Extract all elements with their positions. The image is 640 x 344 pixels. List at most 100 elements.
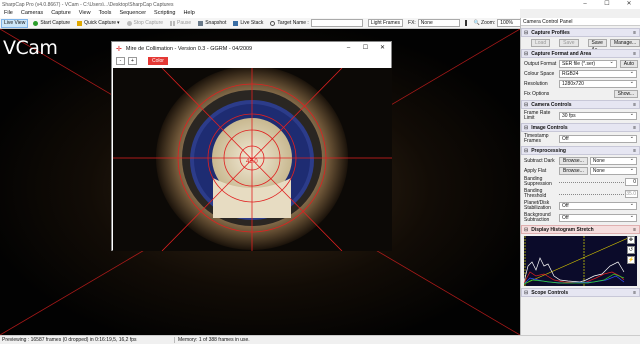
banding-threshold-value[interactable]: 35.0 bbox=[625, 190, 638, 198]
background-subtraction-select[interactable]: Off bbox=[559, 213, 637, 222]
move-icon[interactable]: ✥ bbox=[627, 236, 635, 244]
section-capture-format[interactable]: ⊟ Capture Format and Area ≡ bbox=[521, 49, 640, 58]
browse-flat-button[interactable]: Browse... bbox=[559, 167, 588, 175]
dialog-title-bar: ✛ Mire de Collimation - Version 0.3 - GG… bbox=[112, 42, 391, 55]
pause-button[interactable]: Pause bbox=[168, 19, 193, 28]
menu-bar: File Cameras Capture View Tools Sequence… bbox=[0, 9, 520, 18]
section-preprocessing[interactable]: ⊟ Preprocessing ≡ bbox=[521, 146, 640, 155]
frame-rate-value: 30 fps bbox=[562, 113, 576, 119]
show-fix-options-button[interactable]: Show... bbox=[613, 90, 638, 98]
collapse-icon: ⊟ bbox=[524, 289, 529, 296]
magnifier-icon: 🔍 bbox=[473, 20, 481, 26]
banding-threshold-slider[interactable]: 35.0 bbox=[559, 190, 638, 198]
fx-select[interactable]: None bbox=[417, 19, 460, 27]
browse-dark-button[interactable]: Browse... bbox=[559, 157, 588, 165]
hamburger-icon[interactable]: ≡ bbox=[633, 29, 636, 37]
banding-suppression-slider[interactable]: 0 bbox=[559, 178, 638, 186]
menu-sequencer[interactable]: Sequencer bbox=[115, 9, 150, 18]
window-title: SharpCap Pro (v4.0.8667) - VCam - C:\Use… bbox=[2, 1, 174, 8]
dialog-close-button[interactable]: ✕ bbox=[374, 42, 391, 55]
histogram-display[interactable]: ✥ ↺ ⚡ bbox=[524, 236, 637, 286]
hamburger-icon[interactable]: ≡ bbox=[633, 101, 636, 109]
planet-disk-value: Off bbox=[562, 203, 569, 209]
fx-label: FX: bbox=[408, 20, 416, 26]
frame-type-select[interactable]: Light Frames bbox=[367, 19, 404, 27]
manage-profiles-button[interactable]: Manage... bbox=[609, 39, 640, 47]
banding-suppression-value[interactable]: 0 bbox=[625, 178, 638, 186]
chevron-down-icon: ▾ bbox=[117, 20, 120, 26]
reset-icon[interactable]: ↺ bbox=[627, 246, 635, 254]
resolution-select[interactable]: 1280x720 bbox=[559, 79, 637, 88]
load-profile-button[interactable]: Load bbox=[531, 39, 551, 47]
target-icon bbox=[270, 20, 276, 26]
vcam-watermark: VCam bbox=[3, 37, 58, 59]
save-profile-button[interactable]: Save bbox=[559, 39, 579, 47]
decrease-button[interactable]: - bbox=[116, 57, 125, 65]
dialog-toolbar: - + Color bbox=[112, 55, 391, 67]
dialog-maximize-button[interactable]: ☐ bbox=[357, 42, 374, 55]
increase-button[interactable]: + bbox=[128, 57, 137, 65]
capture-format-title: Capture Format and Area bbox=[531, 50, 592, 57]
camera-controls-title: Camera Controls bbox=[531, 101, 572, 108]
preprocessing-title: Preprocessing bbox=[531, 147, 566, 154]
hamburger-icon[interactable]: ≡ bbox=[633, 124, 636, 132]
live-stack-button[interactable]: Live Stack bbox=[231, 19, 265, 28]
section-capture-profiles[interactable]: ⊟ Capture Profiles ≡ bbox=[521, 28, 640, 37]
collapse-icon: ⊟ bbox=[524, 50, 529, 57]
hamburger-icon[interactable]: ≡ bbox=[633, 226, 636, 234]
subtract-dark-row: Subtract Dark Browse... None bbox=[521, 156, 640, 165]
save-as-profile-button[interactable]: Save As... bbox=[587, 39, 607, 53]
background-subtraction-label: Background Subtraction bbox=[524, 212, 551, 223]
target-name-input[interactable] bbox=[310, 19, 363, 27]
banding-threshold-label: Banding Threshold bbox=[524, 188, 547, 199]
menu-tools[interactable]: Tools bbox=[95, 9, 116, 18]
auto-button[interactable]: Auto bbox=[619, 60, 638, 68]
close-button[interactable]: ✕ bbox=[618, 0, 640, 9]
apply-flat-value: None bbox=[592, 168, 605, 174]
minimize-button[interactable]: – bbox=[574, 0, 596, 9]
output-format-row: Output Format SER file (*.ser) Auto bbox=[521, 59, 640, 68]
section-histogram[interactable]: ⊟ Display Histogram Stretch ≡ bbox=[521, 225, 640, 234]
stack-icon bbox=[233, 20, 239, 26]
menu-file[interactable]: File bbox=[0, 9, 17, 18]
menu-view[interactable]: View bbox=[75, 9, 95, 18]
window-controls: – ☐ ✕ bbox=[574, 0, 640, 9]
auto-stretch-icon[interactable]: ⚡ bbox=[627, 256, 635, 264]
camera-control-panel: Camera Control Panel ⊟ Capture Profiles … bbox=[520, 18, 640, 335]
output-format-select[interactable]: SER file (*.ser) bbox=[559, 59, 617, 68]
maximize-button[interactable]: ☐ bbox=[596, 0, 618, 9]
pause-label: Pause bbox=[177, 20, 192, 26]
record-icon bbox=[33, 20, 39, 26]
banding-suppression-label: Banding Suppression bbox=[524, 176, 552, 187]
frame-rate-select[interactable]: 30 fps bbox=[559, 111, 637, 120]
apply-flat-select[interactable]: None bbox=[589, 166, 637, 175]
timestamp-select[interactable]: Off bbox=[559, 134, 637, 143]
scope-controls-title: Scope Controls bbox=[531, 289, 569, 296]
fix-options-row: Fix Options Show... bbox=[521, 90, 640, 98]
color-button[interactable]: Color bbox=[148, 57, 168, 65]
apply-flat-label: Apply Flat bbox=[524, 167, 547, 174]
quick-capture-button[interactable]: Quick Capture ▾ bbox=[75, 19, 121, 28]
menu-capture[interactable]: Capture bbox=[47, 9, 75, 18]
planet-disk-select[interactable]: Off bbox=[559, 201, 637, 210]
dialog-minimize-button[interactable]: – bbox=[340, 42, 357, 55]
menu-help[interactable]: Help bbox=[179, 9, 198, 18]
menu-scripting[interactable]: Scripting bbox=[150, 9, 179, 18]
menu-cameras[interactable]: Cameras bbox=[17, 9, 47, 18]
section-image-controls[interactable]: ⊟ Image Controls ≡ bbox=[521, 123, 640, 132]
frame-rate-label: Frame Rate Limit bbox=[524, 110, 551, 121]
hamburger-icon[interactable]: ≡ bbox=[633, 50, 636, 58]
start-capture-button[interactable]: Start Capture bbox=[31, 19, 72, 28]
stop-capture-button[interactable]: Stop Capture bbox=[125, 19, 165, 28]
histogram-graph bbox=[524, 236, 628, 286]
output-format-label: Output Format bbox=[524, 60, 557, 67]
snapshot-button[interactable]: Snapshot bbox=[196, 19, 228, 28]
subtract-dark-select[interactable]: None bbox=[589, 156, 637, 165]
section-camera-controls[interactable]: ⊟ Camera Controls ≡ bbox=[521, 100, 640, 109]
colour-space-select[interactable]: RGB24 bbox=[559, 69, 637, 78]
hamburger-icon[interactable]: ≡ bbox=[633, 289, 636, 297]
color-swatch-icon[interactable] bbox=[464, 20, 467, 26]
section-scope-controls[interactable]: ⊟ Scope Controls ≡ bbox=[521, 288, 640, 297]
live-view-button[interactable]: Live View bbox=[1, 18, 29, 28]
hamburger-icon[interactable]: ≡ bbox=[633, 147, 636, 155]
